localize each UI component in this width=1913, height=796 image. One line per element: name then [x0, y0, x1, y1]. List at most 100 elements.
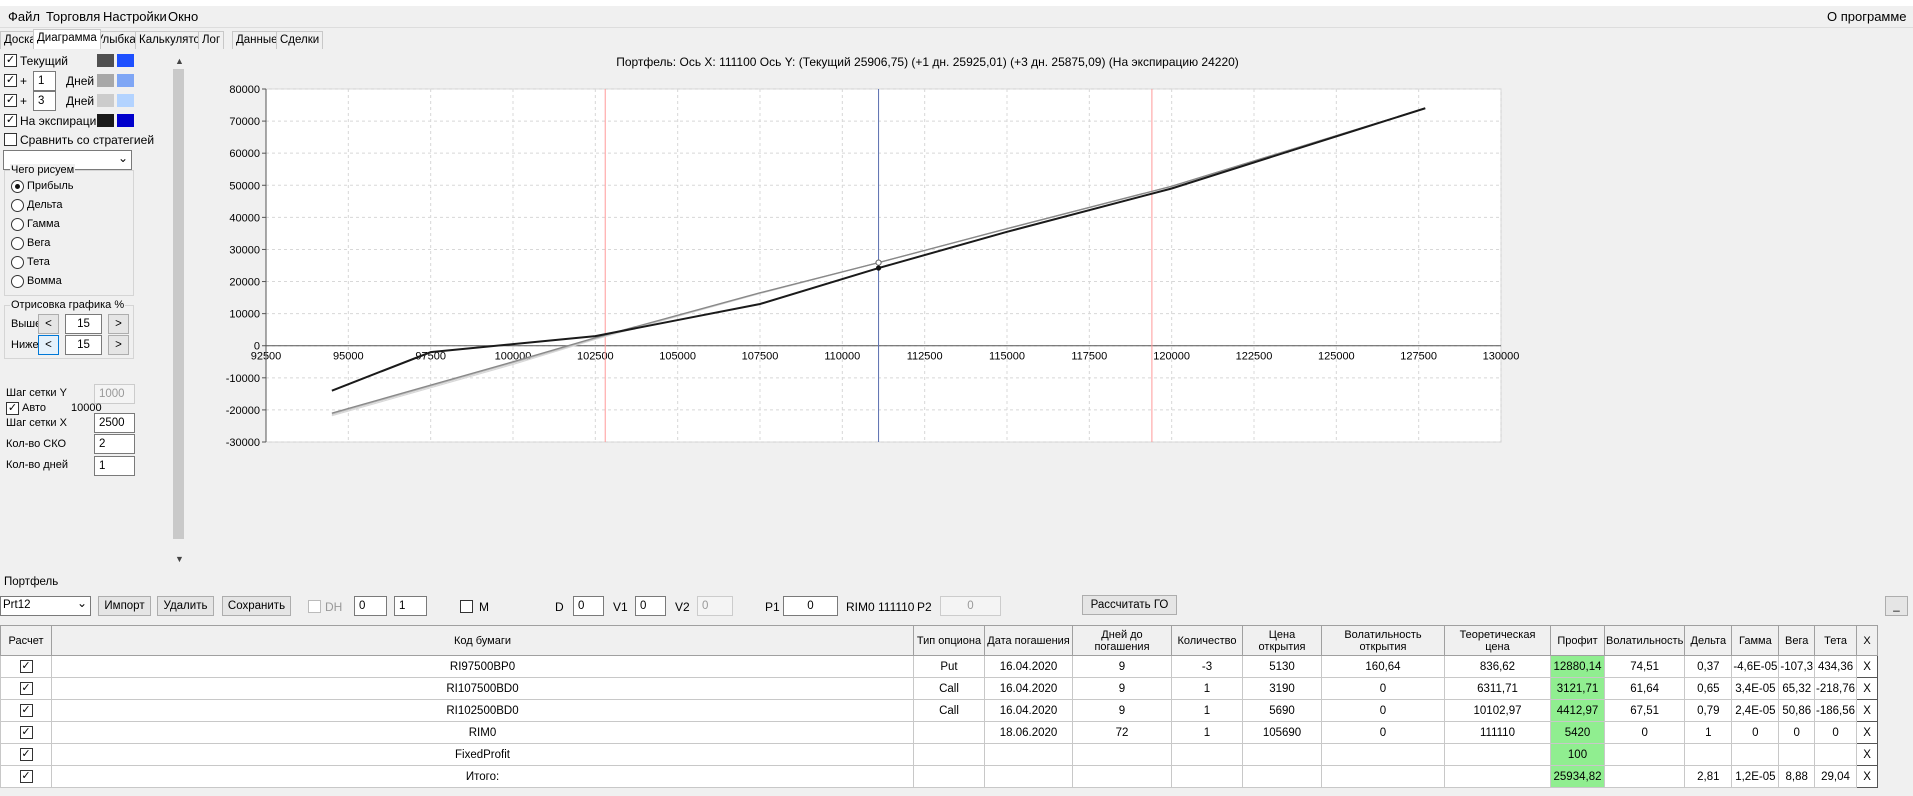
calc-checkbox[interactable]: ✓: [19, 704, 33, 717]
scrollbar-thumb[interactable]: [173, 69, 184, 539]
days-count-input[interactable]: [94, 456, 135, 476]
table-row[interactable]: ✓ RI107500BD0 Call 16.04.2020 9 1 3190 0 6311,71…: [0, 677, 1879, 700]
column-header[interactable]: Волатильность открытия: [1321, 625, 1445, 656]
calc-checkbox[interactable]: ✓: [19, 660, 33, 673]
plus3-days-input[interactable]: [33, 91, 56, 111]
column-header[interactable]: Тета: [1814, 625, 1858, 656]
menu-settings[interactable]: Настройки: [103, 9, 167, 24]
table-row[interactable]: ✓ RIM0 18.06.2020 72 1 105690 0 111110 5420 0 1 0 0 0…: [0, 721, 1879, 744]
above-increase-button[interactable]: >: [108, 314, 129, 334]
plus3-checkbox[interactable]: ✓: [4, 94, 17, 107]
column-header[interactable]: Вега: [1778, 625, 1816, 656]
tab-data[interactable]: Данные: [232, 31, 282, 49]
tab-log[interactable]: Лог: [198, 31, 225, 49]
menu-trading[interactable]: Торговля: [46, 9, 100, 24]
column-header[interactable]: Профит: [1550, 625, 1605, 656]
calc-checkbox-cell[interactable]: ✓: [0, 699, 52, 722]
save-button[interactable]: Сохранить: [222, 596, 291, 616]
expiry-color-swatch[interactable]: [97, 114, 114, 127]
scroll-down-icon[interactable]: ▼: [175, 554, 184, 564]
radio-vomma[interactable]: [11, 275, 24, 288]
profit-chart[interactable]: Портфель: Ось X: 111100 Ось Y: (Текущий …: [186, 49, 1913, 565]
m-checkbox[interactable]: [460, 600, 473, 613]
plus3-accent-swatch[interactable]: [117, 94, 134, 107]
table-row[interactable]: ✓ Итого: 25934,82 2,81 1,2E-05 8,88 29,04 X: [0, 765, 1879, 788]
spin1-input[interactable]: [354, 596, 387, 616]
menu-about[interactable]: О программе: [1827, 9, 1907, 24]
import-button[interactable]: Импорт: [98, 596, 151, 616]
below-input[interactable]: [65, 335, 102, 355]
column-header[interactable]: Тип опциона: [913, 625, 985, 656]
plus3-color-swatch[interactable]: [97, 94, 114, 107]
column-header[interactable]: Количество: [1171, 625, 1243, 656]
radio-delta[interactable]: [11, 199, 24, 212]
radio-profit[interactable]: [11, 180, 24, 193]
calc-checkbox-cell[interactable]: ✓: [0, 765, 52, 788]
current-color-swatch[interactable]: [97, 54, 114, 67]
table-row[interactable]: ✓ RI97500BP0 Put 16.04.2020 9 -3 5130 160,64 836…: [0, 655, 1879, 678]
plus1-accent-swatch[interactable]: [117, 74, 134, 87]
v1-input[interactable]: [635, 596, 666, 616]
radio-vega[interactable]: [11, 237, 24, 250]
minimize-button[interactable]: _: [1885, 596, 1908, 616]
column-header[interactable]: Гамма: [1731, 625, 1780, 656]
p2-input[interactable]: [940, 596, 1001, 616]
compare-checkbox[interactable]: [4, 133, 17, 146]
calc-checkbox-cell[interactable]: ✓: [0, 743, 52, 766]
menu-window[interactable]: Окно: [168, 9, 198, 24]
remove-row-button[interactable]: X: [1856, 721, 1879, 744]
table-row[interactable]: ✓ FixedProfit 100 X: [0, 743, 1879, 766]
ystep-input[interactable]: [94, 384, 135, 404]
d-input[interactable]: [573, 596, 604, 616]
radio-theta[interactable]: [11, 256, 24, 269]
below-decrease-button[interactable]: <: [38, 335, 59, 355]
calc-checkbox-cell[interactable]: ✓: [0, 721, 52, 744]
dh-checkbox[interactable]: [308, 600, 321, 613]
spin2-input[interactable]: [394, 596, 427, 616]
plus1-checkbox[interactable]: ✓: [4, 74, 17, 87]
remove-row-button[interactable]: X: [1856, 655, 1879, 678]
above-input[interactable]: [65, 314, 102, 334]
column-header[interactable]: Код бумаги: [51, 625, 914, 656]
xstep-input[interactable]: [94, 413, 135, 433]
calc-checkbox[interactable]: ✓: [19, 770, 33, 783]
calc-checkbox-cell[interactable]: ✓: [0, 677, 52, 700]
p1-input[interactable]: [783, 596, 838, 616]
delete-button[interactable]: Удалить: [157, 596, 214, 616]
menu-file[interactable]: Файл: [8, 9, 40, 24]
column-header[interactable]: Расчет: [0, 625, 52, 656]
remove-row-button[interactable]: X: [1856, 699, 1879, 722]
calc-checkbox[interactable]: ✓: [19, 748, 33, 761]
expiry-checkbox[interactable]: ✓: [4, 114, 17, 127]
calc-checkbox[interactable]: ✓: [19, 682, 33, 695]
v2-input[interactable]: [697, 596, 733, 616]
tab-diagram[interactable]: Диаграмма: [33, 29, 101, 49]
calc-margin-button[interactable]: Рассчитать ГО: [1082, 595, 1177, 615]
scroll-up-icon[interactable]: ▲: [175, 56, 184, 66]
column-header[interactable]: Цена открытия: [1242, 625, 1322, 656]
remove-row-button[interactable]: X: [1856, 677, 1879, 700]
tab-deals[interactable]: Сделки: [276, 31, 324, 49]
remove-row-button[interactable]: X: [1856, 765, 1879, 788]
below-increase-button[interactable]: >: [108, 335, 129, 355]
plus1-color-swatch[interactable]: [97, 74, 114, 87]
expiry-accent-swatch[interactable]: [117, 114, 134, 127]
calc-checkbox[interactable]: ✓: [19, 726, 33, 739]
column-header[interactable]: Дней до погашения: [1072, 625, 1172, 656]
calc-checkbox-cell[interactable]: ✓: [0, 655, 52, 678]
remove-row-button[interactable]: X: [1856, 743, 1879, 766]
column-header[interactable]: Волатильность: [1603, 625, 1686, 656]
current-checkbox[interactable]: ✓: [4, 54, 17, 67]
portfolio-select[interactable]: Prt12 ⌄: [0, 596, 91, 616]
column-header[interactable]: Дата погашения: [984, 625, 1073, 656]
above-decrease-button[interactable]: <: [38, 314, 59, 334]
current-accent-swatch[interactable]: [117, 54, 134, 67]
table-row[interactable]: ✓ RI102500BD0 Call 16.04.2020 9 1 5690 0 10102,9…: [0, 699, 1879, 722]
auto-checkbox[interactable]: ✓: [6, 402, 19, 415]
sko-input[interactable]: [94, 434, 135, 454]
plus1-days-input[interactable]: [33, 71, 56, 91]
column-header[interactable]: X: [1856, 625, 1879, 656]
column-header[interactable]: Теоретическая цена: [1444, 625, 1551, 656]
column-header[interactable]: Дельта: [1684, 625, 1733, 656]
radio-gamma[interactable]: [11, 218, 24, 231]
